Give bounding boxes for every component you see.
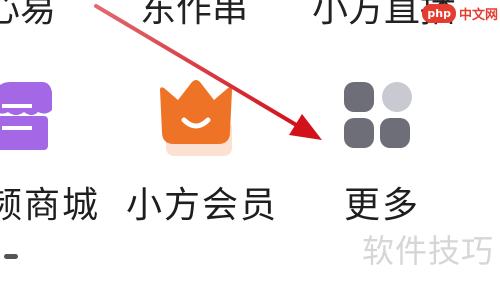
annotation-arrow-icon	[94, 4, 322, 140]
app-menu-screen: 心易 东作串 小方直播 php 中文网 频商城 小方会员 更多 软件技巧	[0, 0, 500, 288]
